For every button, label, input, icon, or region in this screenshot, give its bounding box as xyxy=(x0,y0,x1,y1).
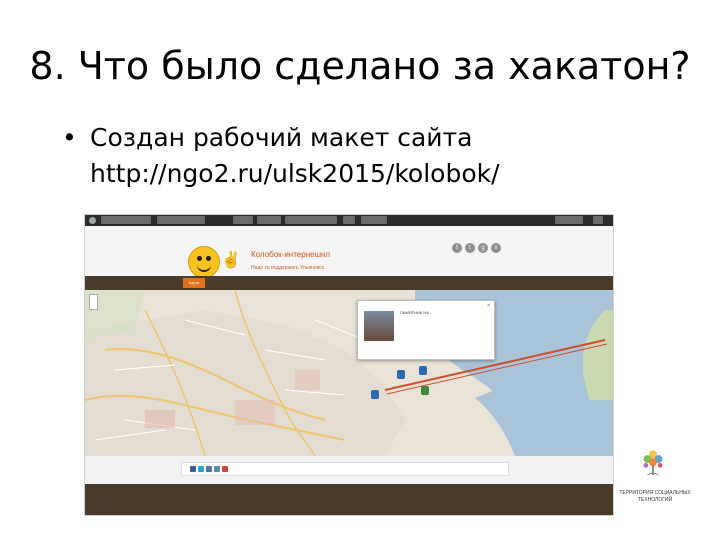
wordpress-icon xyxy=(89,217,96,224)
popup-title: ПАМЯТНИК НА ... xyxy=(400,310,434,315)
map-marker[interactable] xyxy=(371,390,379,399)
bullet-url: http://ngo2.ru/ulsk2015/kolobok/ xyxy=(90,159,500,188)
vk-icon[interactable]: v xyxy=(491,243,501,253)
share-ok-icon[interactable] xyxy=(214,466,220,472)
website-screenshot: ✌ Колобок-интернешнл Надо то поддержать … xyxy=(84,214,614,516)
map-marker[interactable] xyxy=(397,370,405,379)
smiley-logo-icon[interactable] xyxy=(188,246,220,278)
nav-map-button[interactable]: Карта xyxy=(183,278,205,288)
share-bar xyxy=(181,462,509,476)
share-twitter-icon[interactable] xyxy=(198,466,204,472)
popup-image xyxy=(364,311,394,341)
site-name[interactable]: Колобок-интернешнл xyxy=(251,250,330,259)
map-marker[interactable] xyxy=(421,386,429,395)
share-vk-icon[interactable] xyxy=(206,466,212,472)
organization-logo: ТЕРРИТОРИЯ СОЦИАЛЬНЫХ ТЕХНОЛОГИЙ xyxy=(614,448,696,528)
logo-text: ТЕРРИТОРИЯ СОЦИАЛЬНЫХ ТЕХНОЛОГИЙ xyxy=(614,490,696,504)
site-footer-light xyxy=(85,456,613,484)
google-icon[interactable]: g xyxy=(478,243,488,253)
tree-icon xyxy=(643,450,663,476)
twitter-icon[interactable]: t xyxy=(465,243,475,253)
map-graphic xyxy=(85,290,613,456)
popup-close-icon[interactable]: × xyxy=(487,303,490,309)
site-subtitle: Надо то поддержать Ульяновск xyxy=(251,265,324,271)
city-map[interactable]: ПАМЯТНИК НА ... × xyxy=(85,290,613,456)
admin-toolbar xyxy=(85,215,613,226)
share-google-icon[interactable] xyxy=(222,466,228,472)
bullet-dot: • xyxy=(62,123,77,152)
share-facebook-icon[interactable] xyxy=(190,466,196,472)
slide-title: 8. Что было сделано за хакатон? xyxy=(29,44,691,88)
site-navbar: Карта xyxy=(85,276,613,290)
logo-text-line1: ТЕРРИТОРИЯ СОЦИАЛЬНЫХ xyxy=(619,490,691,496)
zoom-control[interactable] xyxy=(89,294,98,310)
thumbs-up-icon: ✌ xyxy=(221,252,241,269)
site-footer-dark xyxy=(85,484,613,515)
bullet-text: Создан рабочий макет сайта xyxy=(90,123,473,152)
map-marker[interactable] xyxy=(419,366,427,375)
map-popup[interactable]: ПАМЯТНИК НА ... × xyxy=(357,300,495,360)
site-header: ✌ Колобок-интернешнл Надо то поддержать … xyxy=(85,226,613,278)
logo-text-line2: ТЕХНОЛОГИЙ xyxy=(637,497,673,503)
facebook-icon[interactable]: f xyxy=(452,243,462,253)
